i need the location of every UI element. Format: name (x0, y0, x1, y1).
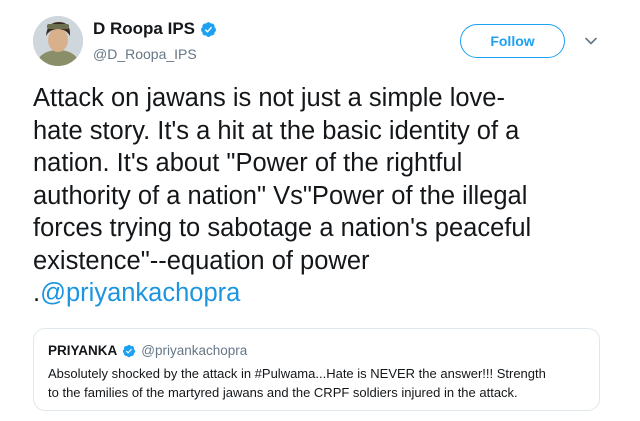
quoted-text-line: Absolutely shocked by the attack in #Pul… (48, 366, 546, 381)
avatar-image (33, 16, 83, 66)
follow-button[interactable]: Follow (460, 24, 565, 58)
quoted-tweet-card[interactable]: PRIYANKA @priyankachopra Absolutely shoc… (33, 328, 600, 411)
display-name[interactable]: D Roopa IPS (93, 19, 195, 39)
username[interactable]: @D_Roopa_IPS (93, 46, 197, 62)
verified-badge-icon (123, 344, 136, 357)
avatar[interactable] (33, 16, 83, 66)
author-name-row: D Roopa IPS (93, 19, 217, 39)
quoted-display-name: PRIYANKA (48, 343, 118, 358)
mention-link[interactable]: @priyankachopra (40, 279, 240, 307)
quoted-username: @priyankachopra (141, 343, 248, 358)
tweet-text-line: Attack on jawans is not just a simple lo… (33, 84, 505, 112)
quoted-text-line: to the families of the martyred jawans a… (48, 385, 518, 400)
tweet-text-line: forces trying to sabotage a nation's pea… (33, 214, 532, 242)
tweet: D Roopa IPS @D_Roopa_IPS Follow Attack o… (0, 0, 640, 421)
tweet-text-line: hate story. It's a hit at the basic iden… (33, 116, 520, 145)
tweet-text: Attack on jawans is not just a simple lo… (33, 82, 613, 310)
verified-badge-icon (201, 21, 216, 37)
tweet-text-line: authority of a nation" Vs"Power of the i… (33, 181, 528, 210)
tweet-text-line: existence"--equation of power (33, 246, 370, 275)
tweet-text-line: nation. It's about "Power of the rightfu… (33, 149, 463, 177)
chevron-down-icon[interactable] (583, 33, 599, 49)
quoted-tweet-text: Absolutely shocked by the attack in #Pul… (48, 364, 587, 402)
quoted-tweet-header: PRIYANKA @priyankachopra (48, 343, 587, 358)
